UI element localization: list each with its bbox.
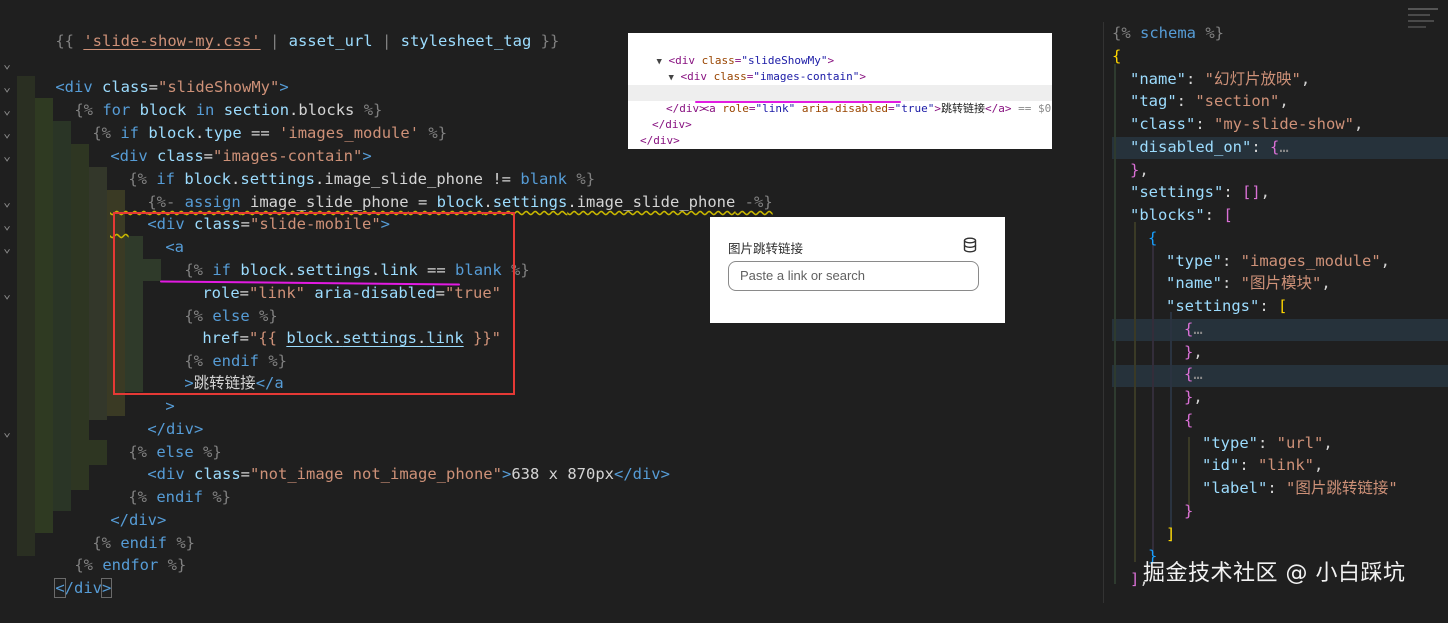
schema-line: "type": "url", bbox=[1202, 434, 1333, 452]
code-line: {% else %} bbox=[128, 443, 222, 461]
fold-chevron-icon[interactable]: ⌄ bbox=[0, 53, 14, 76]
minimap[interactable] bbox=[1404, 0, 1448, 40]
fold-chevron-icon[interactable]: ⌄ bbox=[0, 191, 14, 214]
schema-line: "type": "images_module", bbox=[1166, 252, 1390, 270]
fold-chevron-icon[interactable]: ⌄ bbox=[0, 214, 14, 237]
dom-node[interactable]: </div> bbox=[652, 117, 692, 133]
link-search-input[interactable]: Paste a link or search bbox=[728, 261, 979, 291]
watermark: 掘金技术社区 @ 小白踩坑 bbox=[1143, 561, 1406, 586]
indent-guide bbox=[1134, 222, 1136, 562]
devtools-elements-panel[interactable]: ▼ <div class="slideShowMy"> ▼ <div class… bbox=[628, 33, 1052, 149]
schema-line: "name": "图片模块", bbox=[1166, 274, 1331, 292]
fold-chevron-icon[interactable]: ⌄ bbox=[0, 99, 14, 122]
code-line: {% for block in section.blocks %} bbox=[74, 101, 383, 119]
code-line: <div class="slide-mobile"> bbox=[147, 215, 391, 233]
fold-chevron-icon[interactable]: ⌄ bbox=[0, 283, 14, 306]
code-line: <div class="images-contain"> bbox=[110, 147, 372, 165]
indent-guide bbox=[53, 121, 71, 511]
schema-line: { bbox=[1184, 411, 1194, 429]
schema-line: "settings": [], bbox=[1130, 183, 1271, 201]
schema-line: "label": "图片跳转链接" bbox=[1202, 479, 1398, 497]
code-line: {% endfor %} bbox=[74, 556, 187, 574]
schema-line-folded[interactable]: {… bbox=[1184, 363, 1203, 386]
schema-line: "name": "幻灯片放映", bbox=[1130, 70, 1311, 88]
dom-node[interactable]: ▼ <div class="slideShowMy"> bbox=[630, 37, 835, 67]
indent-guide bbox=[1152, 244, 1154, 554]
fold-chevron-icon[interactable]: ⌄ bbox=[0, 145, 14, 168]
dom-node[interactable]: </div> bbox=[640, 133, 680, 149]
code-line: {% if block.settings.image_slide_phone !… bbox=[128, 170, 596, 188]
schema-header: {% schema %} bbox=[1112, 24, 1224, 42]
schema-line: "settings": [ bbox=[1166, 297, 1288, 315]
code-line: <div class="not_image not_image_phone">6… bbox=[147, 465, 670, 483]
indent-guide bbox=[71, 144, 89, 490]
schema-editor[interactable]: {% schema %} { "name": "幻灯片放映", "tag": "… bbox=[1103, 22, 1448, 603]
indent-guide bbox=[35, 98, 53, 533]
schema-line: }, bbox=[1184, 343, 1203, 361]
code-line: </div> bbox=[110, 511, 167, 529]
indent-guide bbox=[17, 76, 35, 556]
dom-node-selected[interactable]: <a role="link" aria-disabled="true">跳转链接… bbox=[676, 85, 1052, 115]
code-line: </div> bbox=[54, 578, 113, 598]
schema-line: "class": "my-slide-show", bbox=[1130, 115, 1364, 133]
schema-line: { bbox=[1112, 47, 1122, 65]
fold-chevron-icon[interactable]: ⌄ bbox=[0, 122, 14, 145]
schema-line: }, bbox=[1130, 161, 1149, 179]
code-line-stylesheet: {{ 'slide-show-my.css' | asset_url | sty… bbox=[55, 32, 560, 50]
folded-row-highlight bbox=[1112, 365, 1448, 387]
fold-chevron-icon[interactable]: ⌄ bbox=[0, 237, 14, 260]
schema-line-folded[interactable]: {… bbox=[1184, 318, 1203, 341]
code-line: {% endif %} bbox=[128, 488, 231, 506]
dom-node[interactable]: ▼ <div class="images-contain"> bbox=[642, 53, 867, 83]
code-line: </div> bbox=[147, 420, 204, 438]
annotation-underline bbox=[695, 101, 901, 103]
fold-chevron-icon[interactable]: ⌄ bbox=[0, 421, 14, 444]
schema-line: "id": "link", bbox=[1202, 456, 1324, 474]
schema-line: { bbox=[1148, 229, 1158, 247]
indent-guide bbox=[1170, 312, 1172, 542]
schema-line: "tag": "section", bbox=[1130, 92, 1289, 110]
code-line: <div class="slideShowMy"> bbox=[55, 78, 289, 96]
schema-line: ] bbox=[1166, 525, 1176, 543]
schema-line: } bbox=[1184, 502, 1194, 520]
code-line: {% if block.type == 'images_module' %} bbox=[92, 124, 448, 142]
schema-line: "blocks": [ bbox=[1130, 206, 1233, 224]
schema-line-folded[interactable]: "disabled_on": {… bbox=[1130, 136, 1289, 159]
dom-node[interactable]: </div> bbox=[666, 101, 706, 117]
code-line-assign: {%- assign image_slide_phone = block.set… bbox=[147, 193, 773, 211]
indent-guide bbox=[1114, 64, 1116, 584]
database-icon[interactable] bbox=[963, 237, 977, 253]
fold-chevron-icon[interactable]: ⌄ bbox=[0, 76, 14, 99]
dom-node[interactable]: ▼ <div class="slide-mobile"> bbox=[654, 69, 865, 99]
link-setting-label: 图片跳转链接 bbox=[728, 242, 804, 256]
schema-line: }, bbox=[1184, 388, 1203, 406]
code-line: {% endif %} bbox=[92, 534, 195, 552]
highlight-box bbox=[113, 212, 515, 395]
folded-row-highlight bbox=[1112, 319, 1448, 341]
link-setting-panel: 图片跳转链接 Paste a link or search bbox=[710, 217, 1005, 323]
